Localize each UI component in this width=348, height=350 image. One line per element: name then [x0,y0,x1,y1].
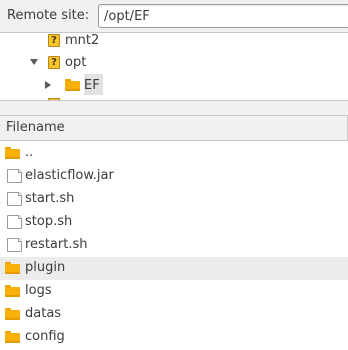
tree-item-opt[interactable]: ? opt [48,51,86,73]
filename-column-header[interactable]: Filename [0,116,348,141]
file-icon [7,169,22,183]
expanded-arrow-icon[interactable] [30,59,38,65]
unknown-folder-icon: ? [48,33,60,47]
remote-site-bar: Remote site: [0,0,348,32]
folder-icon [5,147,20,161]
file-row[interactable]: plugin [0,257,348,280]
file-name: .. [25,145,34,160]
file-row[interactable]: datas [0,303,348,326]
unknown-folder-icon: ? [48,55,60,69]
file-icon [7,238,22,252]
remote-site-label: Remote site: [7,8,90,23]
tree-item-ef[interactable]: EF [65,74,100,96]
file-name: datas [25,306,62,321]
tree-item-label: EF [84,77,100,93]
file-row[interactable]: start.sh [0,188,348,211]
remote-site-path-input[interactable] [98,4,348,28]
remote-directory-tree[interactable]: ? mnt2 ? opt EF [0,32,348,101]
file-row[interactable]: restart.sh [0,234,348,257]
file-row[interactable]: logs [0,280,348,303]
file-name: plugin [25,260,66,275]
file-name: stop.sh [25,214,73,229]
folder-icon [5,262,20,276]
file-name: elasticflow.jar [25,168,114,183]
file-name: restart.sh [25,237,88,252]
file-name: logs [25,283,52,298]
file-row-parent[interactable]: .. [0,142,348,165]
file-icon [7,215,22,229]
pane-splitter[interactable] [0,100,348,116]
folder-icon [5,285,20,299]
tree-item-label: mnt2 [65,32,100,48]
file-name: start.sh [25,191,75,206]
tree-item-mnt2[interactable]: ? mnt2 [48,32,100,51]
remote-file-list[interactable]: Filename .. elasticflow.jar start.sh sto… [0,116,348,350]
column-header-label: Filename [6,120,65,135]
collapsed-arrow-icon[interactable] [45,81,51,89]
file-name: config [25,329,65,344]
folder-icon [65,79,80,91]
file-row[interactable]: stop.sh [0,211,348,234]
file-icon [7,192,22,206]
file-row[interactable]: config [0,326,348,349]
folder-icon [5,331,20,345]
file-row[interactable]: elasticflow.jar [0,165,348,188]
tree-item-label: opt [65,54,87,70]
folder-icon [5,308,20,322]
